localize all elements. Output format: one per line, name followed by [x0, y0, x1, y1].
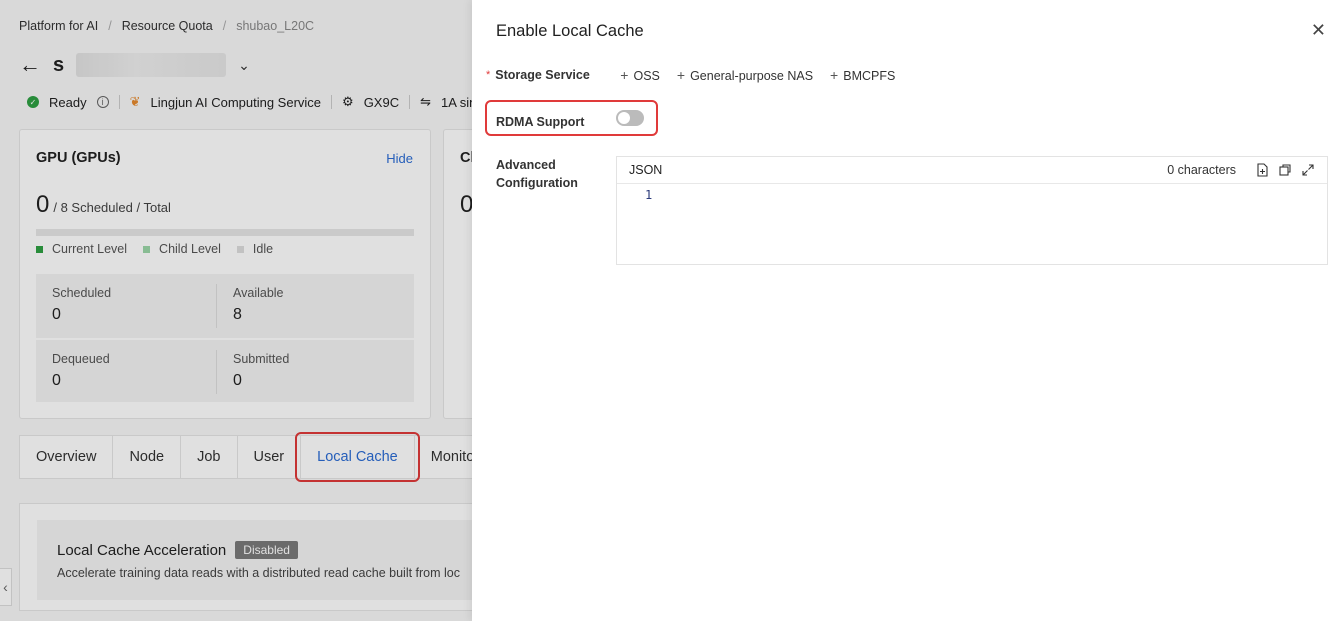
copy-icon[interactable] — [1278, 163, 1292, 177]
storage-service-label: Storage Service — [495, 68, 590, 82]
toggle-knob — [618, 112, 630, 124]
required-marker: * — [486, 69, 491, 81]
import-file-icon[interactable] — [1255, 163, 1269, 177]
plus-icon: + — [676, 67, 686, 83]
json-editor[interactable]: JSON 0 characters 1 — [616, 156, 1328, 265]
rdma-toggle[interactable] — [616, 110, 644, 126]
advanced-configuration-label: Advanced Configuration — [496, 158, 578, 190]
character-count: 0 characters — [1167, 163, 1236, 177]
editor-language: JSON — [629, 163, 663, 177]
close-icon[interactable]: ✕ — [1311, 21, 1326, 39]
expand-icon[interactable] — [1301, 163, 1315, 177]
add-oss-button[interactable]: + OSS — [620, 67, 660, 83]
editor-toolbar: JSON 0 characters — [617, 157, 1327, 184]
plus-icon: + — [620, 67, 629, 83]
enable-local-cache-drawer: Enable Local Cache ✕ * Storage Service +… — [472, 0, 1337, 621]
add-nas-button[interactable]: + General-purpose NAS — [677, 67, 813, 83]
rdma-support-label: RDMA Support — [496, 115, 585, 129]
plus-icon: + — [830, 67, 839, 83]
modal-overlay[interactable] — [0, 0, 472, 621]
drawer-title: Enable Local Cache — [496, 22, 644, 40]
line-number: 1 — [645, 188, 653, 202]
storage-service-row: * Storage Service + OSS + General-purpose … — [486, 67, 912, 83]
add-bmcpfs-button[interactable]: + BMCPFS — [830, 67, 895, 83]
